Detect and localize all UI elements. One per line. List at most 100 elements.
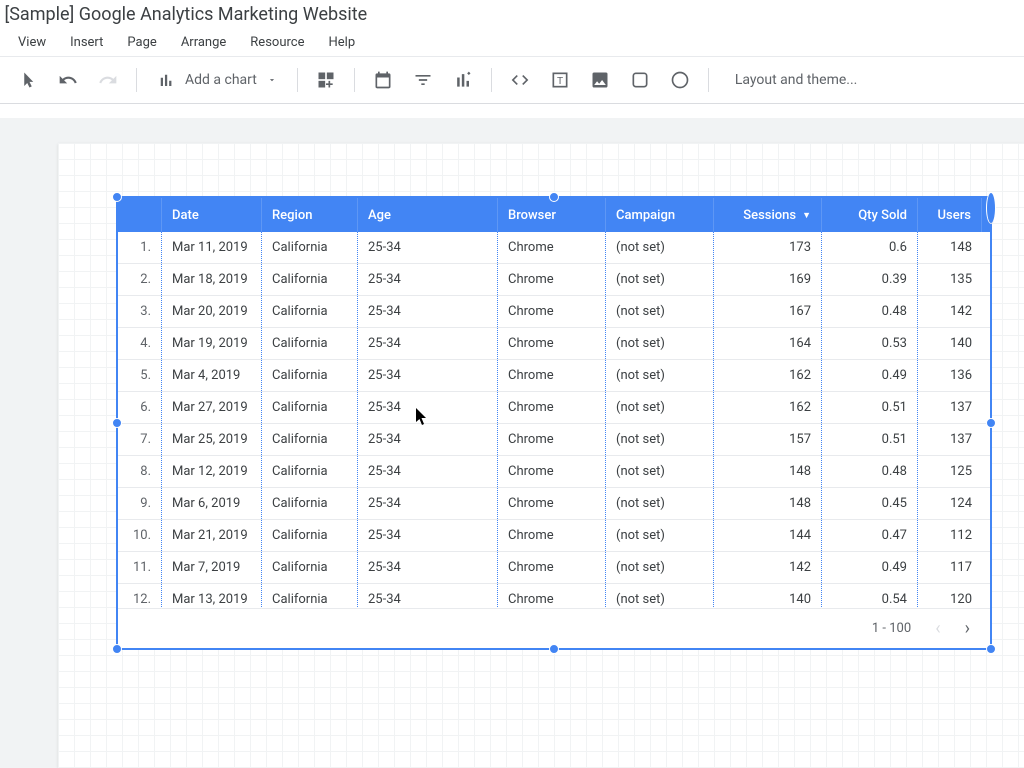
menu-resource[interactable]: Resource	[238, 31, 316, 54]
cell-date: Mar 21, 2019	[162, 520, 262, 551]
circle-icon[interactable]	[662, 62, 698, 98]
prev-page-icon[interactable]: ‹	[935, 618, 940, 639]
cell-browser: Chrome	[498, 328, 606, 359]
table-row[interactable]: 3.Mar 20, 2019California25-34Chrome(not …	[118, 296, 990, 328]
cell-campaign: (not set)	[606, 360, 714, 391]
filter-icon[interactable]	[405, 62, 441, 98]
table-row[interactable]: 12.Mar 13, 2019California25-34Chrome(not…	[118, 584, 990, 608]
cell-users: 112	[918, 520, 982, 551]
table-row[interactable]: 1.Mar 11, 2019California25-34Chrome(not …	[118, 232, 990, 264]
menu-help[interactable]: Help	[316, 31, 367, 54]
table-row[interactable]: 2.Mar 18, 2019California25-34Chrome(not …	[118, 264, 990, 296]
resize-handle-bl[interactable]	[112, 644, 122, 654]
cell-region: California	[262, 264, 358, 295]
menu-view[interactable]: View	[6, 31, 58, 54]
image-icon[interactable]	[582, 62, 618, 98]
col-region[interactable]: Region	[262, 198, 358, 232]
cell-browser: Chrome	[498, 424, 606, 455]
cell-region: California	[262, 232, 358, 263]
cell-users: 124	[918, 488, 982, 519]
rectangle-icon[interactable]	[622, 62, 658, 98]
chevron-down-icon	[267, 75, 277, 85]
cell-qty: 0.49	[822, 360, 918, 391]
cell-qty: 0.49	[822, 552, 918, 583]
cell-browser: Chrome	[498, 488, 606, 519]
menu-arrange[interactable]: Arrange	[169, 31, 238, 54]
table-row[interactable]: 11.Mar 7, 2019California25-34Chrome(not …	[118, 552, 990, 584]
add-control-icon[interactable]	[308, 62, 344, 98]
table-row[interactable]: 9.Mar 6, 2019California25-34Chrome(not s…	[118, 488, 990, 520]
cell-browser: Chrome	[498, 392, 606, 423]
cell-browser: Chrome	[498, 456, 606, 487]
cell-age: 25-34	[358, 584, 498, 608]
undo-icon[interactable]	[50, 62, 86, 98]
document-title[interactable]: [Sample] Google Analytics Marketing Webs…	[0, 0, 1024, 28]
cell-sessions: 140	[714, 584, 822, 608]
cell-region: California	[262, 456, 358, 487]
data-table: Date Region Age Browser Campaign Session…	[118, 198, 990, 648]
resize-handle-bm[interactable]	[549, 644, 559, 654]
col-index[interactable]	[118, 198, 162, 232]
next-page-icon[interactable]: ›	[965, 618, 970, 639]
table-row[interactable]: 5.Mar 4, 2019California25-34Chrome(not s…	[118, 360, 990, 392]
selected-table-component[interactable]: Date Region Age Browser Campaign Session…	[116, 196, 992, 650]
cell-users: 142	[918, 296, 982, 327]
cell-age: 25-34	[358, 392, 498, 423]
col-date[interactable]: Date	[162, 198, 262, 232]
cell-users: 135	[918, 264, 982, 295]
table-row[interactable]: 8.Mar 12, 2019California25-34Chrome(not …	[118, 456, 990, 488]
cell-browser: Chrome	[498, 232, 606, 263]
cell-date: Mar 12, 2019	[162, 456, 262, 487]
data-control-icon[interactable]	[445, 62, 481, 98]
date-range-icon[interactable]	[365, 62, 401, 98]
table-row[interactable]: 10.Mar 21, 2019California25-34Chrome(not…	[118, 520, 990, 552]
cell-campaign: (not set)	[606, 520, 714, 551]
cell-campaign: (not set)	[606, 456, 714, 487]
cell-sessions: 167	[714, 296, 822, 327]
cell-index: 10.	[118, 520, 162, 551]
col-campaign[interactable]: Campaign	[606, 198, 714, 232]
cell-region: California	[262, 392, 358, 423]
add-chart-button[interactable]: Add a chart	[147, 71, 287, 89]
table-body: 1.Mar 11, 2019California25-34Chrome(not …	[118, 232, 990, 608]
url-embed-icon[interactable]	[502, 62, 538, 98]
table-row[interactable]: 4.Mar 19, 2019California25-34Chrome(not …	[118, 328, 990, 360]
table-row[interactable]: 6.Mar 27, 2019California25-34Chrome(not …	[118, 392, 990, 424]
cell-qty: 0.39	[822, 264, 918, 295]
report-page[interactable]: Date Region Age Browser Campaign Session…	[58, 143, 1024, 768]
cell-qty: 0.53	[822, 328, 918, 359]
cell-date: Mar 19, 2019	[162, 328, 262, 359]
col-sessions[interactable]: Sessions▼	[714, 198, 822, 232]
cell-region: California	[262, 584, 358, 608]
layout-theme-button[interactable]: Layout and theme...	[719, 72, 874, 88]
cell-campaign: (not set)	[606, 296, 714, 327]
cell-index: 4.	[118, 328, 162, 359]
cell-age: 25-34	[358, 296, 498, 327]
menu-page[interactable]: Page	[115, 31, 168, 54]
cell-users: 140	[918, 328, 982, 359]
cell-qty: 0.6	[822, 232, 918, 263]
sort-desc-icon: ▼	[802, 210, 811, 221]
redo-icon[interactable]	[90, 62, 126, 98]
col-age[interactable]: Age	[358, 198, 498, 232]
canvas[interactable]: Date Region Age Browser Campaign Session…	[0, 118, 1024, 768]
cell-browser: Chrome	[498, 552, 606, 583]
col-browser[interactable]: Browser	[498, 198, 606, 232]
col-qty[interactable]: Qty Sold	[822, 198, 918, 232]
cell-sessions: 148	[714, 456, 822, 487]
toolbar: Add a chart T Layout and theme...	[0, 56, 1024, 104]
text-icon[interactable]: T	[542, 62, 578, 98]
cell-index: 9.	[118, 488, 162, 519]
cell-region: California	[262, 424, 358, 455]
selection-tool-icon[interactable]	[10, 62, 46, 98]
cell-index: 11.	[118, 552, 162, 583]
table-header-row: Date Region Age Browser Campaign Session…	[118, 198, 990, 232]
resize-handle-mr[interactable]	[986, 418, 996, 428]
menu-insert[interactable]: Insert	[58, 31, 115, 54]
resize-handle-br[interactable]	[986, 644, 996, 654]
cell-age: 25-34	[358, 360, 498, 391]
resize-handle-tr[interactable]	[986, 192, 996, 224]
menu-bar: View Insert Page Arrange Resource Help	[0, 28, 1024, 56]
table-row[interactable]: 7.Mar 25, 2019California25-34Chrome(not …	[118, 424, 990, 456]
col-users[interactable]: Users	[918, 198, 982, 232]
